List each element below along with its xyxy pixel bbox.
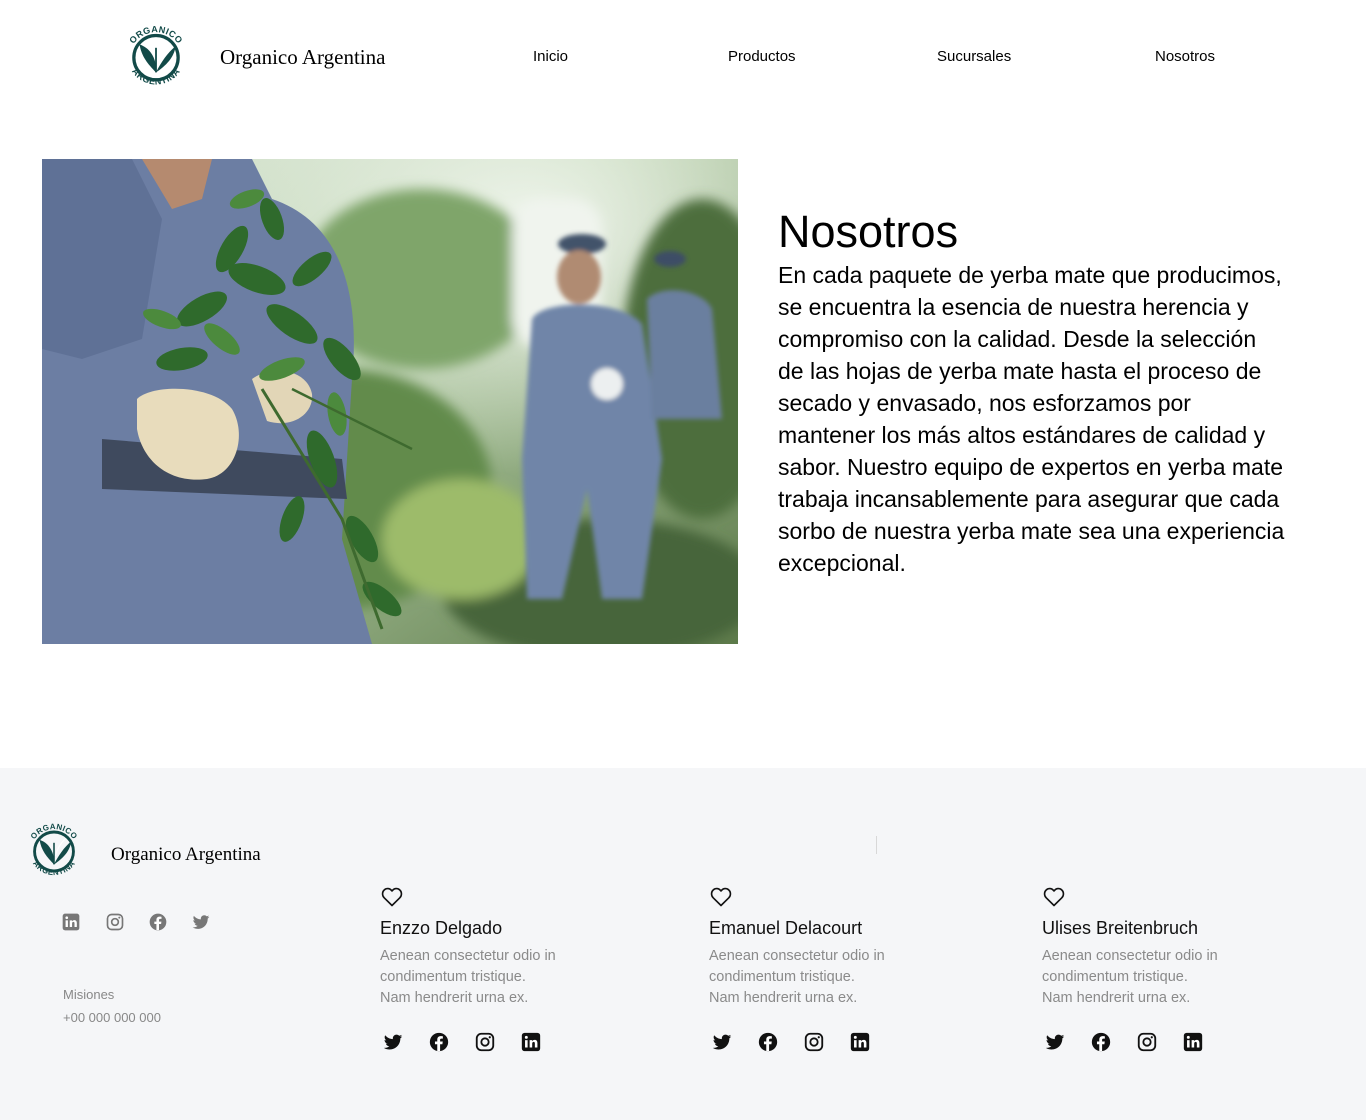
page-title: Nosotros: [778, 206, 959, 257]
nav-nosotros[interactable]: Nosotros: [1155, 48, 1215, 65]
member-name: Emanuel Delacourt: [709, 918, 863, 938]
team-card: Enzzo Delgado Aenean consectetur odio in…: [380, 885, 630, 1053]
instagram-icon[interactable]: [105, 912, 125, 932]
twitter-icon[interactable]: [382, 1031, 404, 1053]
member-name: Ulises Breitenbruch: [1042, 918, 1199, 938]
member-description: Aenean consectetur odio in condimentum t…: [1042, 948, 1218, 1006]
nav-productos[interactable]: Productos: [728, 48, 796, 65]
member-social-links: [709, 1031, 959, 1053]
heart-icon[interactable]: [709, 885, 733, 909]
team-card: Ulises Breitenbruch Aenean consectetur o…: [1042, 885, 1292, 1053]
member-description: Aenean consectetur odio in condimentum t…: [380, 948, 556, 1006]
linkedin-icon[interactable]: [849, 1031, 871, 1053]
linkedin-icon[interactable]: [61, 912, 81, 932]
twitter-icon[interactable]: [1044, 1031, 1066, 1053]
instagram-icon[interactable]: [1136, 1031, 1158, 1053]
instagram-icon[interactable]: [474, 1031, 496, 1053]
facebook-icon[interactable]: [148, 912, 168, 932]
facebook-icon[interactable]: [428, 1031, 450, 1053]
site-header: Organico Argentina Inicio Productos Sucu…: [0, 0, 1366, 115]
member-name: Enzzo Delgado: [380, 918, 503, 938]
heart-icon[interactable]: [380, 885, 404, 909]
twitter-icon[interactable]: [191, 912, 211, 932]
nav-inicio[interactable]: Inicio: [533, 48, 568, 65]
facebook-icon[interactable]: [757, 1031, 779, 1053]
brand-logo[interactable]: [115, 15, 197, 97]
footer-location: Misiones: [63, 987, 115, 1002]
facebook-icon[interactable]: [1090, 1031, 1112, 1053]
team-card: Emanuel Delacourt Aenean consectetur odi…: [709, 885, 959, 1053]
nav-sucursales[interactable]: Sucursales: [937, 48, 1011, 65]
divider: [876, 836, 877, 854]
footer-brand-logo[interactable]: [18, 814, 90, 886]
member-social-links: [380, 1031, 630, 1053]
linkedin-icon[interactable]: [1182, 1031, 1204, 1053]
brand-name[interactable]: Organico Argentina: [220, 45, 385, 70]
hero-photo-yerba-harvest: [42, 159, 738, 644]
member-social-links: [1042, 1031, 1292, 1053]
heart-icon[interactable]: [1042, 885, 1066, 909]
footer-phone: +00 000 000 000: [63, 1010, 161, 1025]
about-paragraph: En cada paquete de yerba mate que produc…: [778, 262, 1285, 576]
instagram-icon[interactable]: [803, 1031, 825, 1053]
linkedin-icon[interactable]: [520, 1031, 542, 1053]
member-description: Aenean consectetur odio in condimentum t…: [709, 948, 885, 1006]
twitter-icon[interactable]: [711, 1031, 733, 1053]
footer-brand-name: Organico Argentina: [111, 844, 261, 865]
